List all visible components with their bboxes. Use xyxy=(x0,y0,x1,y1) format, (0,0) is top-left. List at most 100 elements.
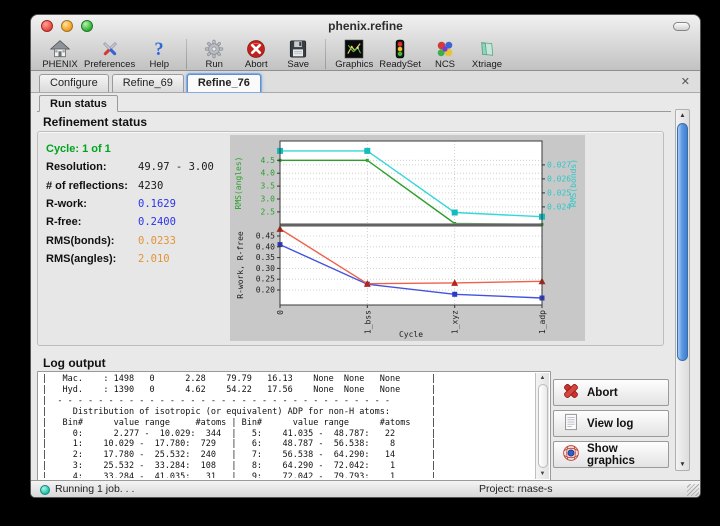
title-bar[interactable]: phenix.refine xyxy=(31,15,700,37)
view-log-icon xyxy=(562,413,580,434)
minimize-window-button[interactable] xyxy=(61,20,73,32)
svg-text:Cycle: Cycle xyxy=(399,330,423,339)
toolbar-preferences-button[interactable]: Preferences xyxy=(81,38,138,70)
stat-value: 0.1629 xyxy=(138,198,176,210)
resize-grip[interactable] xyxy=(687,484,699,496)
svg-text:4.0: 4.0 xyxy=(261,169,276,178)
window-chrome: phenix.refine PHENIX Preferences?Help RunA… xyxy=(31,15,700,71)
log-scrollbar[interactable]: ▲ ▼ xyxy=(535,373,549,479)
stat-value: 49.97 - 3.00 xyxy=(138,161,214,173)
toolbar-item-label: PHENIX xyxy=(42,59,77,70)
stat-value: 0.0233 xyxy=(138,235,176,247)
run-gear-icon xyxy=(204,38,224,59)
run-status-tab[interactable]: Run status xyxy=(39,95,118,112)
window-scrollbar[interactable]: ▲ ▼ xyxy=(675,109,690,471)
log-scroll-down-arrow[interactable]: ▼ xyxy=(536,471,549,477)
preferences-icon xyxy=(100,38,120,59)
log-text[interactable]: | Mac. : 1498 0 2.28 79.79 16.13 None No… xyxy=(42,374,533,478)
action-button-label: View log xyxy=(587,418,633,430)
refinement-status-panel: Cycle: 1 of 1 Resolution:49.97 - 3.00# o… xyxy=(37,131,664,346)
toolbar-graphics-button[interactable]: Graphics xyxy=(332,38,376,70)
refinement-stats: Cycle: 1 of 1 Resolution:49.97 - 3.00# o… xyxy=(46,140,226,268)
ncs-icon xyxy=(435,38,455,59)
toolbar-xtriage-button[interactable]: Xtriage xyxy=(466,38,508,70)
stat-label: # of reflections: xyxy=(46,180,138,192)
stat-label: RMS(angles): xyxy=(46,253,138,265)
refinement-status-heading: Refinement status xyxy=(43,115,147,129)
xtriage-icon xyxy=(477,38,497,59)
log-scroll-up-arrow[interactable]: ▲ xyxy=(536,375,549,381)
abort-button[interactable]: Abort xyxy=(553,379,669,406)
close-window-button[interactable] xyxy=(41,20,53,32)
toolbar-phenix-button[interactable]: PHENIX xyxy=(39,38,81,70)
action-button-label: Show graphics xyxy=(587,443,668,467)
toolbar-item-label: Graphics xyxy=(335,59,373,70)
refinement-chart: 2.53.03.54.04.50.0240.0250.0260.0270.200… xyxy=(230,135,585,341)
svg-text:0.026: 0.026 xyxy=(547,174,571,183)
stat-label: R-free: xyxy=(46,216,138,228)
toolbar-item-label: NCS xyxy=(435,59,455,70)
toolbar-help-button[interactable]: ?Help xyxy=(138,38,180,70)
app-window: phenix.refine PHENIXPreferences?HelpRunA… xyxy=(30,14,701,498)
toolbar-run-button[interactable]: Run xyxy=(193,38,235,70)
svg-text:RMS(angles): RMS(angles) xyxy=(234,157,243,210)
zoom-window-button[interactable] xyxy=(81,20,93,32)
run-status-tab-label: Run status xyxy=(50,98,107,110)
svg-text:2.5: 2.5 xyxy=(261,207,276,216)
scrollbar-thumb[interactable] xyxy=(677,123,688,361)
help-icon: ? xyxy=(149,38,169,59)
svg-text:0.024: 0.024 xyxy=(547,202,571,211)
show-graphics-icon xyxy=(562,444,580,465)
stat-value: 4230 xyxy=(138,180,163,192)
toolbar-readyset-button[interactable]: ReadySet xyxy=(376,38,424,70)
log-text-content: | Mac. : 1498 0 2.28 79.79 16.13 None No… xyxy=(42,374,436,478)
chart-svg: 2.53.03.54.04.50.0240.0250.0260.0270.200… xyxy=(230,135,585,341)
tab-bar: ConfigureRefine_69Refine_76 ✕ xyxy=(31,71,700,93)
status-project-text: Project: rnase-s xyxy=(479,483,553,495)
save-icon xyxy=(288,38,308,59)
show-graphics-button[interactable]: Show graphics xyxy=(553,441,669,468)
status-indicator-icon xyxy=(40,485,50,495)
stat-row-r-work: R-work:0.1629 xyxy=(46,195,226,213)
cycle-label: Cycle: 1 of 1 xyxy=(46,140,226,158)
stat-row-resolution: Resolution:49.97 - 3.00 xyxy=(46,158,226,176)
svg-text:0.20: 0.20 xyxy=(256,286,275,295)
toolbar-item-label: Help xyxy=(149,59,169,70)
stat-value: 2.010 xyxy=(138,253,170,265)
toolbar-ncs-button[interactable]: NCS xyxy=(424,38,466,70)
svg-text:0.35: 0.35 xyxy=(256,253,275,262)
toolbar: PHENIX Preferences?Help RunAbortSave Graphi… xyxy=(31,37,700,71)
tab-configure[interactable]: Configure xyxy=(39,74,109,92)
svg-text:0.25: 0.25 xyxy=(256,275,275,284)
window-title: phenix.refine xyxy=(31,15,700,37)
stat-row-rms-bonds-: RMS(bonds):0.0233 xyxy=(46,231,226,249)
toolbar-abort-button[interactable]: Abort xyxy=(235,38,277,70)
svg-text:0.40: 0.40 xyxy=(256,242,275,251)
stat-row--of-reflections: # of reflections:4230 xyxy=(46,177,226,195)
scroll-up-arrow[interactable]: ▲ xyxy=(676,112,689,119)
abort-x-icon xyxy=(562,382,580,403)
status-bar: Running 1 job. . . Project: rnase-s xyxy=(31,480,700,497)
log-output-box: | Mac. : 1498 0 2.28 79.79 16.13 None No… xyxy=(37,371,551,481)
view-log-button[interactable]: View log xyxy=(553,410,669,437)
stat-label: R-work: xyxy=(46,198,138,210)
tab-refine-76[interactable]: Refine_76 xyxy=(187,74,261,92)
svg-text:0.45: 0.45 xyxy=(256,232,275,241)
toolbar-item-label: Preferences xyxy=(84,59,135,70)
abort-icon xyxy=(246,38,266,59)
scroll-down-arrow[interactable]: ▼ xyxy=(676,461,689,468)
toolbar-toggle-button[interactable] xyxy=(673,22,690,31)
tab-refine-69[interactable]: Refine_69 xyxy=(112,74,184,92)
stat-value: 0.2400 xyxy=(138,216,176,228)
toolbar-separator xyxy=(186,39,187,69)
close-tab-button[interactable]: ✕ xyxy=(679,75,692,88)
svg-text:R-work, R-free: R-work, R-free xyxy=(236,231,245,299)
log-scrollbar-thumb[interactable] xyxy=(538,384,548,468)
svg-text:1_adp: 1_adp xyxy=(538,310,547,334)
svg-text:4.5: 4.5 xyxy=(261,156,276,165)
svg-text:0: 0 xyxy=(276,310,285,315)
content-area: Run status Refinement status Cycle: 1 of… xyxy=(31,93,700,480)
screen: { "window": { "title": "phenix.refine" }… xyxy=(0,0,720,526)
toolbar-save-button[interactable]: Save xyxy=(277,38,319,70)
svg-text:0.027: 0.027 xyxy=(547,160,571,169)
